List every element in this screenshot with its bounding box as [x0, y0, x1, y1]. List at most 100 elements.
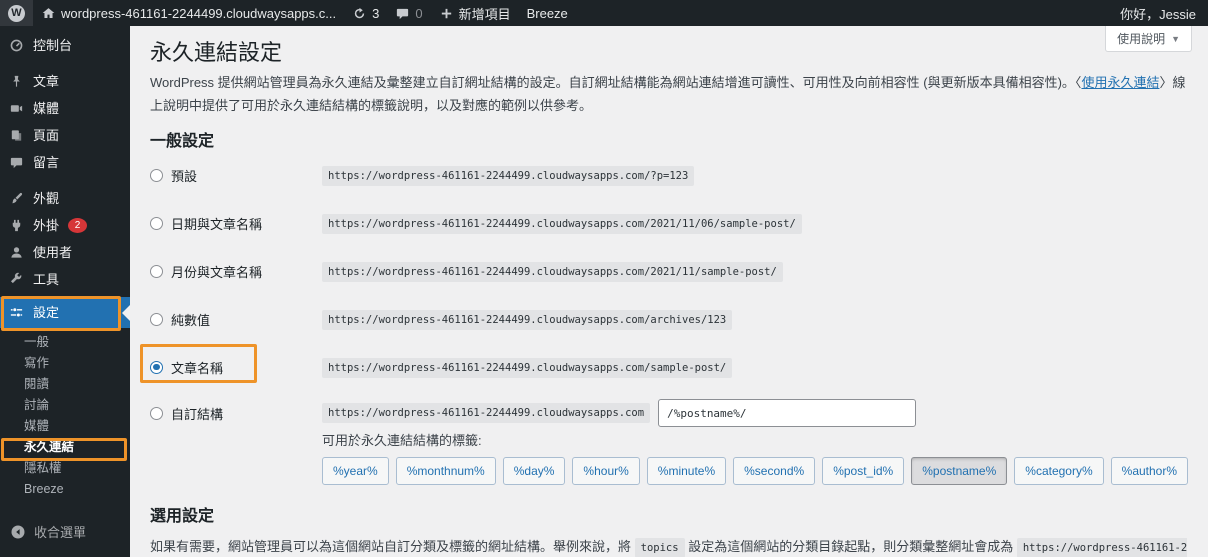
breeze-label: Breeze	[526, 5, 568, 21]
greeting-text: 你好，Jessie	[1120, 6, 1196, 22]
collapse-menu-button[interactable]: 收合選單	[0, 518, 130, 545]
help-tab-label: 使用說明	[1117, 32, 1166, 46]
radio-button[interactable]	[150, 264, 163, 278]
example-url: https://wordpress-461161-2244499.cloudwa…	[322, 262, 783, 282]
radio-button[interactable]	[150, 216, 163, 230]
submenu-item[interactable]: 媒體	[0, 416, 130, 437]
optional-settings-description: 如果有需要，網站管理員可以為這個網站自訂分類及標籤的網址結構。舉例來說，將 to…	[150, 534, 1188, 557]
general-settings-heading: 一般設定	[150, 133, 215, 150]
permalinks-help-link[interactable]: 使用永久連結	[1081, 75, 1159, 90]
sidebar-item-appearance[interactable]: 外觀	[0, 185, 130, 212]
permalink-option[interactable]: 文章名稱	[150, 358, 322, 377]
tag-button[interactable]: %second%	[733, 457, 816, 485]
permalink-option[interactable]: 純數值	[150, 310, 322, 329]
sidebar-item-plugin[interactable]: 外掛 2	[0, 212, 130, 239]
sidebar-item-label: 使用者	[33, 245, 73, 260]
permalink-option[interactable]: 預設	[150, 166, 322, 185]
new-item-menu[interactable]: 新增項目	[431, 0, 519, 26]
appearance-icon	[12, 192, 23, 204]
tag-button[interactable]: %post_id%	[822, 457, 905, 485]
sidebar-item-tools[interactable]: 工具	[0, 266, 130, 293]
main-content: 使用說明 ▼ 永久連結設定 WordPress 提供網站管理員為永久連結及彙整建…	[130, 26, 1208, 557]
structure-tag-buttons: %year% %monthnum% %day% %hour% %minute% %seco…	[322, 457, 1189, 485]
tag-button[interactable]: %author%	[1110, 457, 1189, 485]
custom-structure-url-prefix: https://wordpress-461161-2244499.cloudwa…	[322, 403, 651, 423]
submenu-item[interactable]: 一般	[0, 332, 130, 353]
submenu-item[interactable]: 隱私權	[0, 458, 130, 479]
tag-button[interactable]: %postname%	[911, 457, 1008, 485]
chevron-down-icon: ▼	[1171, 33, 1180, 44]
dashboard-icon	[10, 39, 23, 52]
available-tags-label: 可用於永久連結結構的標籤:	[322, 433, 482, 448]
tag-button[interactable]: %minute%	[646, 457, 727, 485]
sidebar-item-users[interactable]: 使用者	[0, 239, 130, 266]
submenu-item[interactable]: 寫作	[0, 353, 130, 374]
home-icon	[42, 7, 55, 18]
pin-icon	[13, 75, 20, 87]
optional-text-1: 如果有需要，網站管理員可以為這個網站自訂分類及標籤的網址結構。舉例來說，將	[150, 539, 632, 554]
site-name-menu[interactable]: wordpress-461161-2244499.cloudwaysapps.c…	[33, 0, 344, 26]
admin-bar: W wordpress-461161-2244499.cloudwaysapps…	[0, 0, 1208, 26]
radio-button[interactable]	[150, 168, 163, 182]
sidebar-item-label: 外掛	[33, 218, 60, 233]
option-label: 日期與文章名稱	[171, 216, 263, 232]
sidebar-item-pages[interactable]: 頁面	[0, 122, 130, 149]
page-title: 永久連結設定	[150, 40, 283, 65]
example-url: https://wordpress-461161-2244499.cloudwa…	[322, 310, 733, 330]
wordpress-logo-icon: W	[8, 4, 25, 22]
optional-text-2: 設定為這個網站的分類目錄起點，則分類彙整網址會成為	[688, 539, 1014, 554]
collapse-arrow-icon	[11, 525, 25, 538]
radio-button[interactable]	[150, 312, 163, 326]
permalink-options: 預設 https://wordpress-461161-2244499.cloud…	[150, 163, 1188, 379]
breeze-menu[interactable]: Breeze	[519, 0, 576, 26]
radio-button[interactable]	[150, 360, 163, 374]
updates-count: 3	[372, 5, 380, 21]
comments-menu[interactable]: 0	[387, 0, 430, 26]
updates-menu[interactable]: 3	[344, 0, 387, 26]
example-url: https://wordpress-461161-2244499.cloudwa…	[322, 358, 733, 378]
custom-structure-input[interactable]	[658, 399, 917, 427]
site-name: wordpress-461161-2244499.cloudwaysapps.c…	[61, 5, 337, 21]
tag-button[interactable]: %day%	[502, 457, 566, 485]
sidebar-item-label: 文章	[33, 74, 60, 89]
tag-button[interactable]: %monthnum%	[395, 457, 496, 485]
users-icon	[11, 247, 22, 258]
sidebar-item-dashboard[interactable]: 控制台	[0, 32, 130, 59]
submenu-item[interactable]: Breeze	[0, 479, 130, 500]
sidebar-item-pin[interactable]: 文章	[0, 68, 130, 95]
permalink-option[interactable]: 月份與文章名稱	[150, 262, 322, 281]
plugin-update-badge: 2	[68, 218, 88, 233]
comments-icon	[10, 157, 23, 169]
sidebar-item-label: 工具	[33, 272, 60, 287]
submenu-item[interactable]: 閱讀	[0, 374, 130, 395]
sidebar-item-label: 外觀	[33, 191, 60, 206]
submenu-item[interactable]: 永久連結	[0, 437, 130, 458]
plugin-icon	[12, 219, 21, 232]
custom-structure-option[interactable]: 自訂結構	[150, 404, 322, 423]
custom-structure-row: 自訂結構 https://wordpress-461161-2244499.cl…	[150, 399, 1188, 427]
optional-settings-heading: 選用設定	[150, 508, 215, 525]
admin-sidebar: 控制台 文章 媒體 頁面 留言 外觀 外掛 2 使用者 工具 設定 一般 寫作 閱讀 討論 媒體 永久連結 隱私…	[0, 26, 130, 557]
custom-structure-radio[interactable]	[150, 406, 163, 420]
sidebar-item-settings[interactable]: 設定	[0, 297, 130, 328]
tag-button[interactable]: %year%	[322, 457, 389, 485]
submenu-item[interactable]: 討論	[0, 395, 130, 416]
permalink-option[interactable]: 日期與文章名稱	[150, 214, 322, 233]
my-account-menu[interactable]: 你好，Jessie	[1112, 0, 1208, 26]
option-label: 預設	[171, 168, 198, 184]
tag-button[interactable]: %hour%	[572, 457, 640, 485]
updates-icon	[354, 7, 365, 18]
example-url: https://wordpress-461161-2244499.cloudwa…	[322, 214, 802, 234]
tag-button[interactable]: %category%	[1014, 457, 1104, 485]
help-tab-button[interactable]: 使用說明 ▼	[1105, 26, 1192, 52]
wordpress-logo-menu[interactable]: W	[0, 0, 33, 26]
custom-structure-label: 自訂結構	[171, 406, 224, 422]
sidebar-item-media[interactable]: 媒體	[0, 95, 130, 122]
sidebar-item-label: 控制台	[33, 38, 73, 53]
page-description: WordPress 提供網站管理員為永久連結及彙整建立自訂網址結構的設定。自訂網…	[150, 72, 1188, 117]
sidebar-item-label: 留言	[33, 155, 60, 170]
settings-icon	[10, 307, 23, 318]
collapse-menu-label: 收合選單	[34, 525, 87, 540]
sidebar-item-comments[interactable]: 留言	[0, 149, 130, 176]
sidebar-menu: 控制台文章媒體 頁面留言外觀外掛 2 使用者工具設定	[0, 26, 130, 328]
